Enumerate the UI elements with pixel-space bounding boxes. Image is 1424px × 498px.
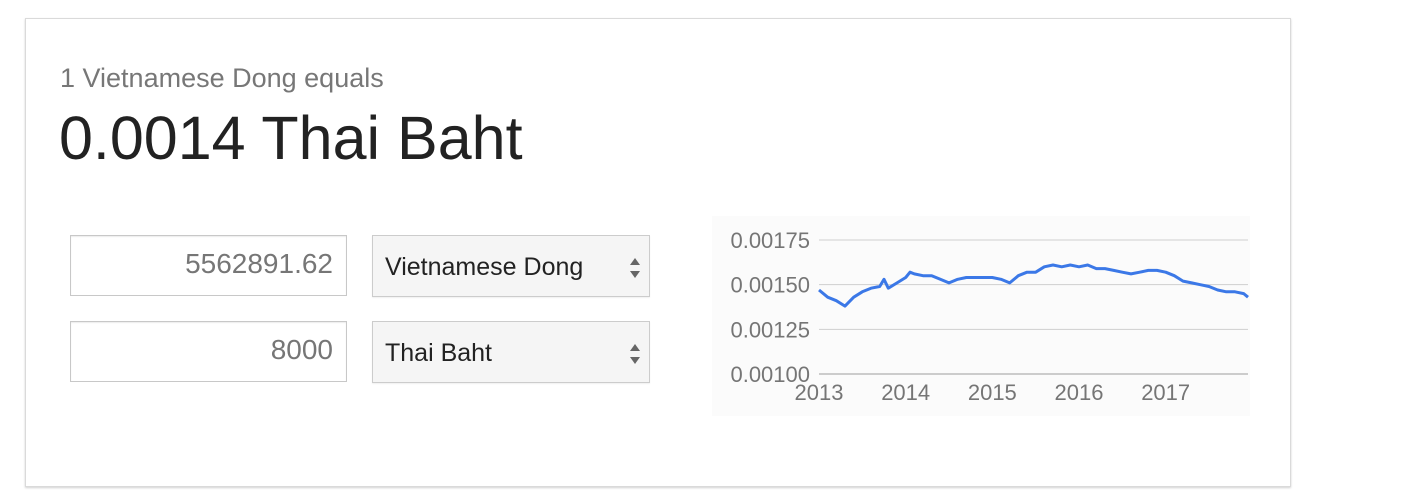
source-currency-label: Vietnamese Dong [385, 253, 584, 281]
y-tick-label: 0.00150 [730, 273, 810, 298]
exchange-rate-line [818, 263, 1249, 308]
y-tick-label: 0.00125 [730, 317, 810, 342]
x-tick-label: 2014 [881, 380, 930, 405]
y-tick-label: 0.00175 [730, 228, 810, 253]
conversion-subtitle: 1 Vietnamese Dong equals [60, 63, 384, 93]
target-amount-field[interactable] [70, 321, 347, 382]
exchange-rate-chart-svg: 0.001750.001500.001250.001002013 2014 2015… [730, 228, 1249, 405]
target-currency-select[interactable]: Thai Baht [372, 321, 650, 383]
target-currency-label: Thai Baht [385, 339, 493, 367]
source-amount-input[interactable] [71, 236, 346, 295]
source-amount-field[interactable] [70, 235, 347, 296]
target-amount-input[interactable] [71, 322, 346, 381]
x-tick-label: 2016 [1055, 380, 1104, 405]
source-currency-select[interactable]: Vietnamese Dong [372, 235, 650, 297]
x-tick-label: 2013 [795, 380, 844, 405]
x-tick-label: 2017 [1141, 380, 1190, 405]
currency-converter-card: 1 Vietnamese Dong equals 0.0014 Thai Bah… [25, 18, 1291, 487]
x-tick-label: 2015 [968, 380, 1017, 405]
up-down-arrows-icon [629, 342, 641, 366]
exchange-rate-chart: 0.00175 0.00150 0.00125 0.00100 2013 2014 2015… [712, 216, 1250, 416]
up-down-arrows-icon [629, 256, 641, 280]
conversion-result: 0.0014 Thai Baht [59, 104, 523, 172]
